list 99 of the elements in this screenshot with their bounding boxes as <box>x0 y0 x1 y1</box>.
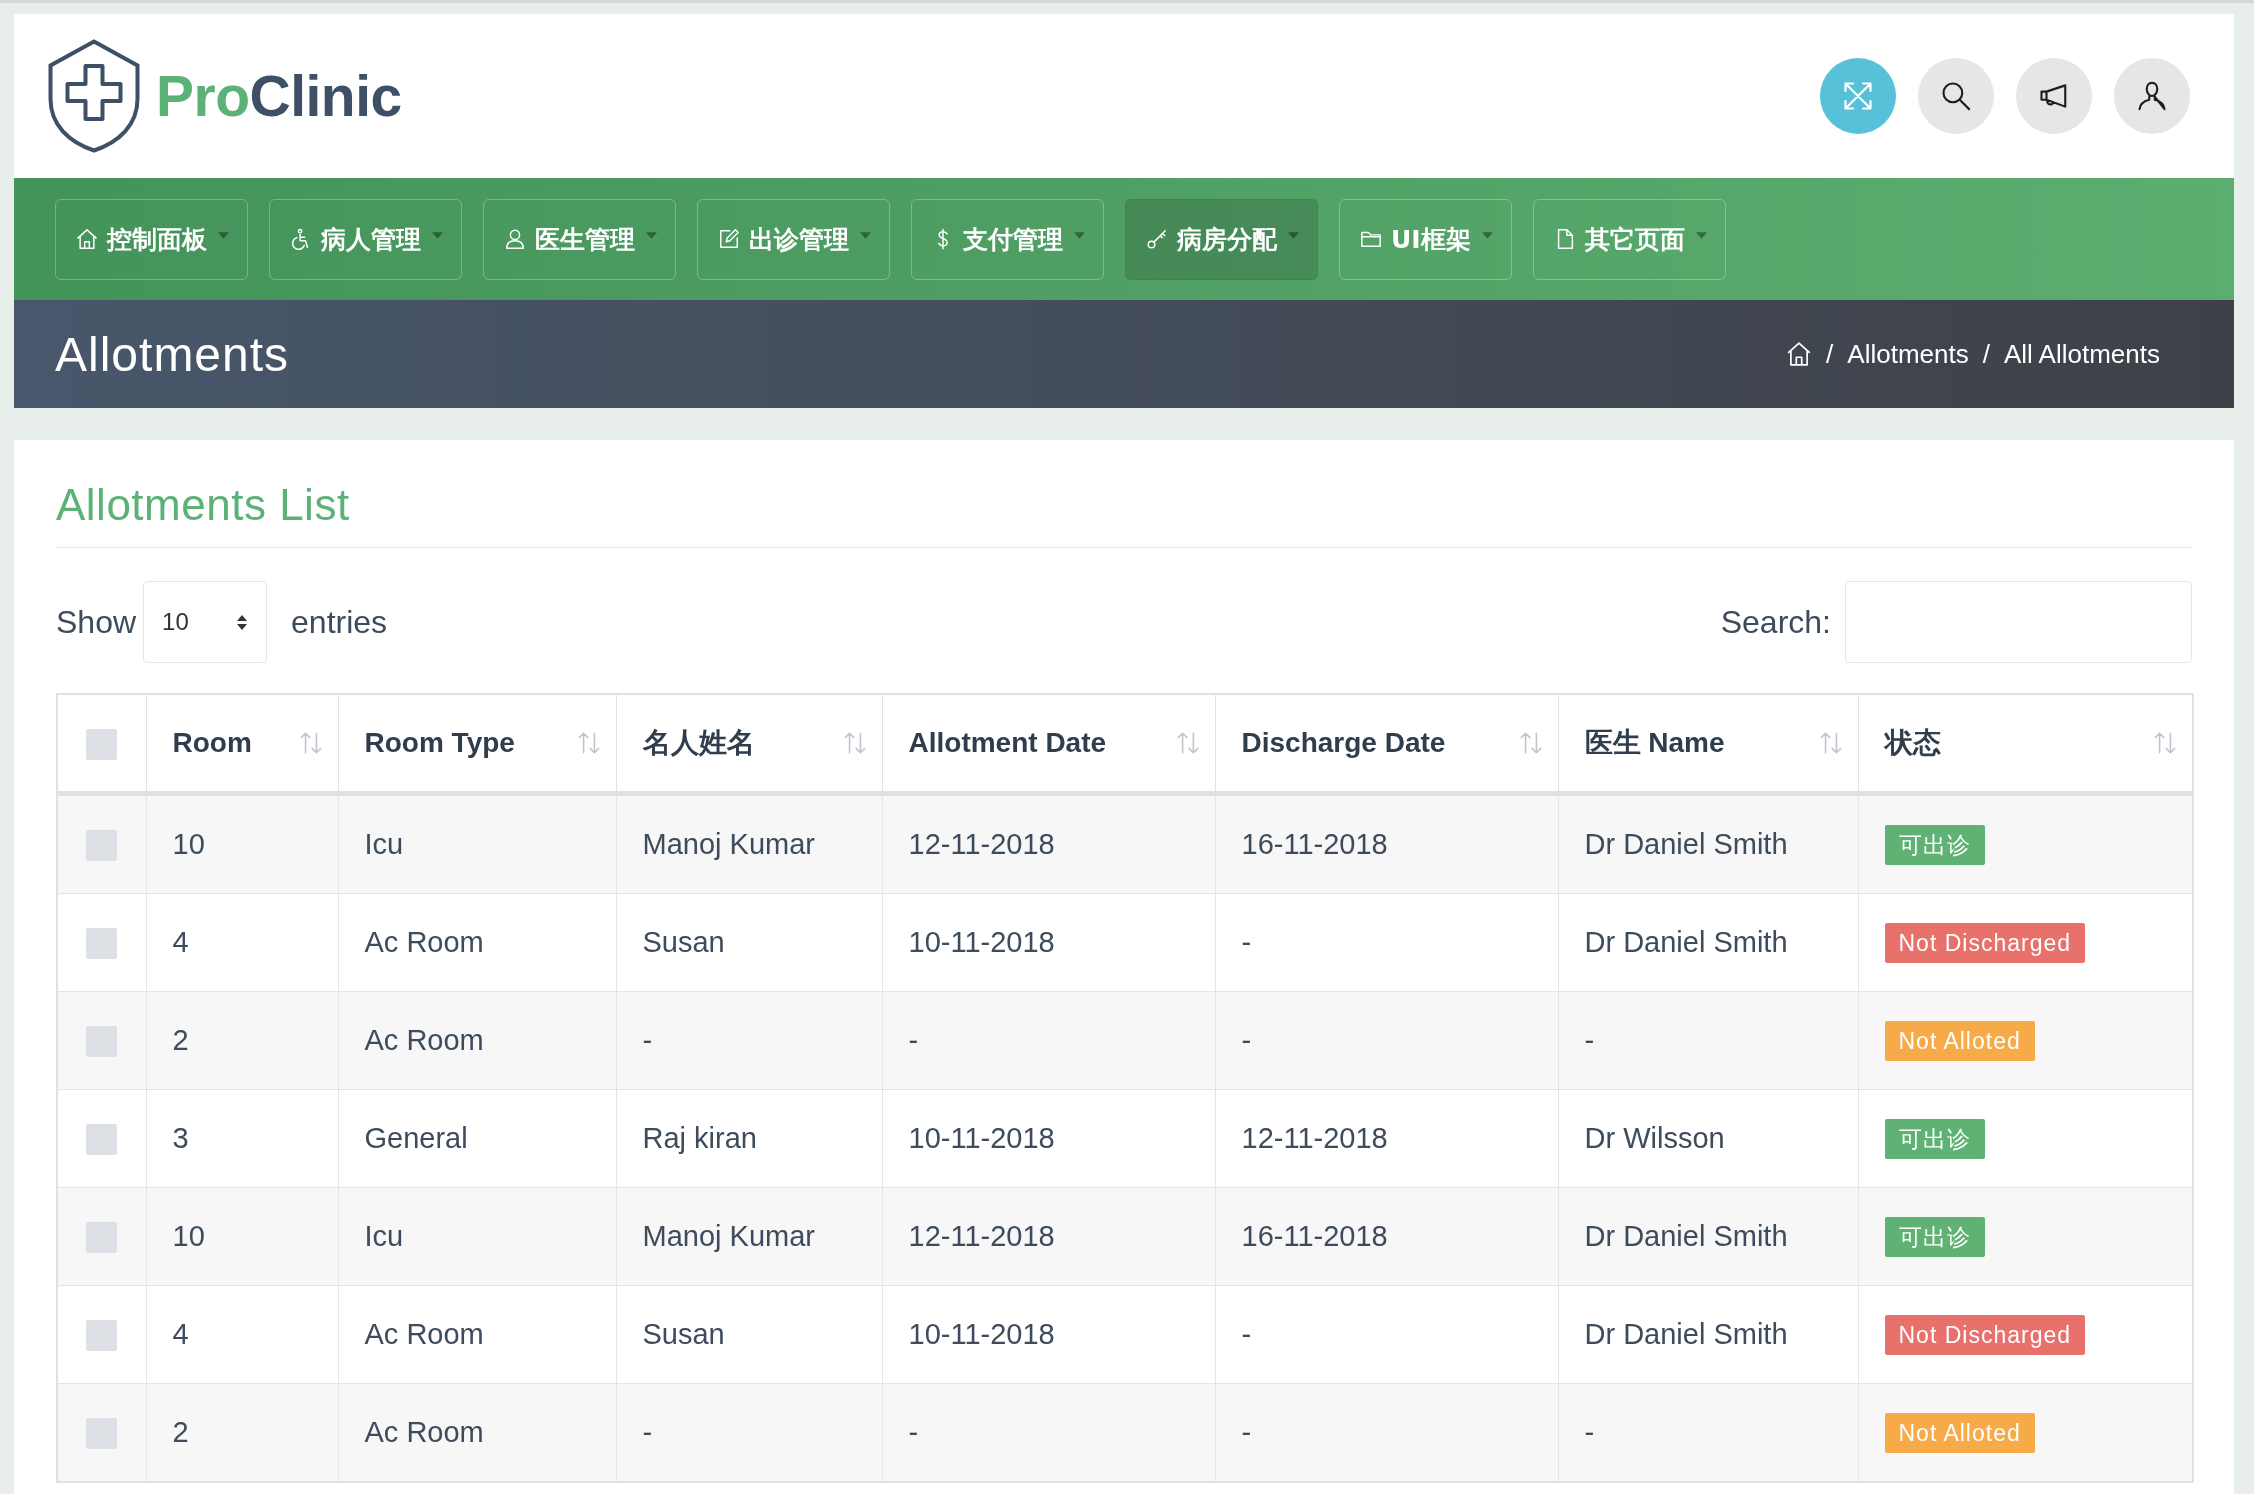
table-cell: Susan <box>616 893 882 992</box>
table-cell: 16-11-2018 <box>1215 793 1558 894</box>
table-cell: Ac Room <box>338 1285 616 1384</box>
column-header[interactable]: Room Type <box>338 694 616 794</box>
table-cell: Dr Daniel Smith <box>1558 1285 1858 1384</box>
breadcrumb-separator: / <box>1982 338 1990 370</box>
table-cell: 10-11-2018 <box>882 1285 1215 1384</box>
breadcrumb-separator: / <box>1826 338 1834 370</box>
status-badge: Not Alloted <box>1884 1412 2035 1453</box>
expand-icon <box>1843 81 1873 111</box>
table-cell: Manoj Kumar <box>616 793 882 894</box>
table-cell: - <box>1215 991 1558 1090</box>
sort-icon <box>1517 730 1544 756</box>
table-cell: - <box>1558 991 1858 1090</box>
row-checkbox[interactable] <box>86 1320 118 1352</box>
table-cell: Dr Daniel Smith <box>1558 893 1858 992</box>
table-cell: - <box>616 991 882 1090</box>
table-cell: 4 <box>146 893 338 992</box>
caret-icon <box>646 231 657 239</box>
breadcrumb-link[interactable]: Allotments <box>1847 338 1969 370</box>
table-cell: - <box>1215 893 1558 992</box>
table-cell: Dr Daniel Smith <box>1558 793 1858 894</box>
table-cell: - <box>1215 1285 1558 1384</box>
nav-menu-item[interactable]: 病房分配 <box>1125 198 1318 280</box>
table-cell: Susan <box>616 1285 882 1384</box>
table-cell: 12-11-2018 <box>1215 1089 1558 1188</box>
sort-icon <box>1174 730 1201 756</box>
table-cell: Ac Room <box>338 893 616 992</box>
column-header[interactable]: 状态 <box>1858 694 2193 794</box>
caret-icon <box>1074 231 1085 239</box>
entries-select[interactable]: 10 <box>143 581 268 663</box>
table-cell: 12-11-2018 <box>882 1187 1215 1286</box>
caret-icon <box>1288 231 1299 239</box>
table-cell: 2 <box>146 991 338 1090</box>
row-checkbox[interactable] <box>86 1124 118 1156</box>
edit-icon <box>718 228 740 250</box>
row-checkbox[interactable] <box>86 830 118 862</box>
caret-icon <box>860 231 871 239</box>
table-cell: 3 <box>146 1089 338 1188</box>
user-icon <box>2137 81 2167 111</box>
search-label: Search: <box>1720 603 1831 641</box>
table-cell: Ac Room <box>338 991 616 1090</box>
status-badge: 可出诊 <box>1884 1118 1985 1159</box>
table-cell: 16-11-2018 <box>1215 1187 1558 1286</box>
logo-text: ProClinic <box>156 67 402 125</box>
select-all-checkbox[interactable] <box>86 728 118 760</box>
column-header[interactable]: 名人姓名 <box>616 694 882 794</box>
user-icon <box>504 228 526 250</box>
column-header[interactable]: 医生 Name <box>1558 694 1858 794</box>
caret-icon <box>432 231 443 239</box>
status-badge: Not Discharged <box>1884 1314 2086 1355</box>
status-badge: Not Alloted <box>1884 1020 2035 1061</box>
row-checkbox[interactable] <box>86 928 118 960</box>
page-title: Allotments <box>55 326 290 382</box>
table-cell: 4 <box>146 1285 338 1384</box>
home-icon <box>76 228 98 250</box>
table-cell: 12-11-2018 <box>882 793 1215 894</box>
sort-icon <box>841 730 868 756</box>
search-icon <box>1941 81 1971 111</box>
caret-icon <box>1481 231 1493 239</box>
nav-menu-item[interactable]: 病人管理 <box>269 198 462 280</box>
search-field[interactable] <box>1845 581 2192 663</box>
key-icon <box>1146 228 1168 250</box>
sort-icon <box>297 730 324 756</box>
table-cell: Dr Daniel Smith <box>1558 1187 1858 1286</box>
row-checkbox[interactable] <box>86 1222 118 1254</box>
table-cell: Icu <box>338 793 616 894</box>
card-title: Allotments List <box>56 480 351 530</box>
table-cell: Icu <box>338 1187 616 1286</box>
status-badge: Not Discharged <box>1884 922 2086 963</box>
row-checkbox[interactable] <box>86 1026 118 1058</box>
updown-caret-icon <box>236 613 249 631</box>
shield-cross-icon <box>48 39 140 153</box>
sort-icon <box>575 730 602 756</box>
table-cell: - <box>882 991 1215 1090</box>
entries-label: entries <box>291 603 388 641</box>
table-cell: 10 <box>146 1187 338 1286</box>
table-cell: 10-11-2018 <box>882 1089 1215 1188</box>
table-cell: Manoj Kumar <box>616 1187 882 1286</box>
nav-menu-item[interactable]: 控制面板 <box>55 198 248 280</box>
megaphone-icon <box>2039 81 2069 111</box>
table-cell: 10 <box>146 793 338 894</box>
home-icon[interactable] <box>1786 341 1813 367</box>
table-cell: 10-11-2018 <box>882 893 1215 992</box>
sort-icon <box>1817 730 1844 756</box>
caret-icon <box>1695 231 1707 239</box>
row-checkbox[interactable] <box>86 1418 118 1450</box>
table-cell: Dr Wilsson <box>1558 1089 1858 1188</box>
breadcrumb-link[interactable]: All Allotments <box>2003 338 2160 370</box>
caret-icon <box>218 231 229 239</box>
status-badge: 可出诊 <box>1884 824 1985 865</box>
show-label: Show <box>56 603 137 641</box>
column-header[interactable]: Allotment Date <box>882 694 1215 794</box>
table-cell: General <box>338 1089 616 1188</box>
status-badge: 可出诊 <box>1884 1216 1985 1257</box>
table-cell: Raj kiran <box>616 1089 882 1188</box>
sort-icon <box>2152 730 2178 756</box>
column-header[interactable]: Room <box>146 694 338 794</box>
column-header[interactable]: Discharge Date <box>1215 694 1558 794</box>
